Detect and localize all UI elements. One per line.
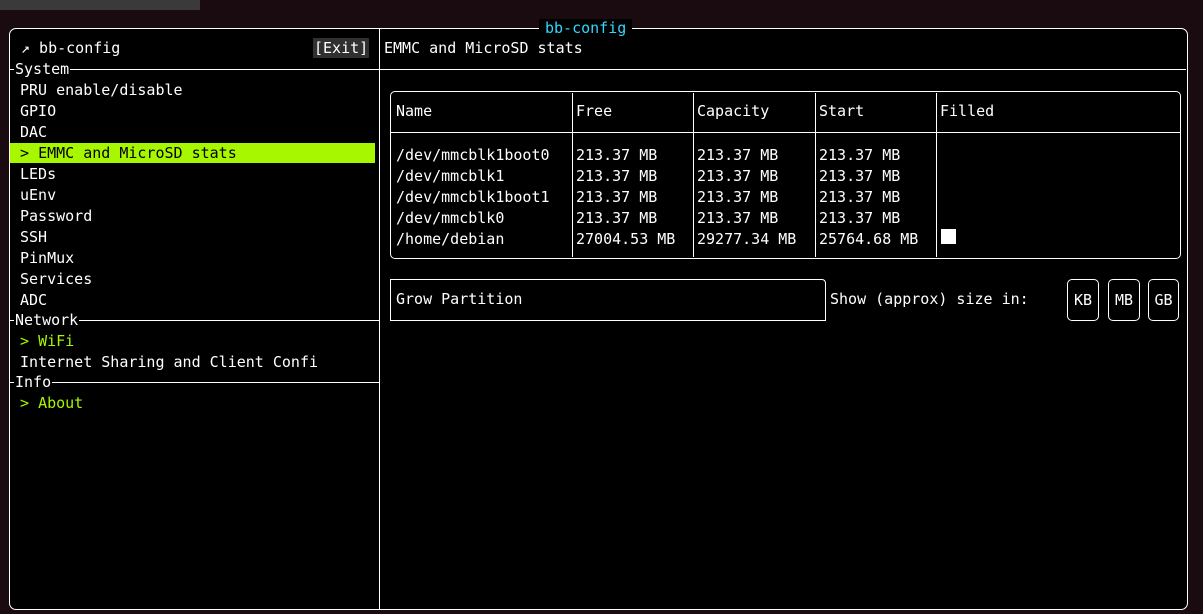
table-cell-capacity: 29277.34 MB bbox=[697, 230, 797, 248]
grow-partition-label: Grow Partition bbox=[396, 290, 523, 308]
size-unit-prompt: Show (approx) size in: bbox=[830, 290, 1029, 308]
cursor-marker: > bbox=[20, 144, 30, 162]
sidebar-item-gpio[interactable]: GPIO bbox=[20, 101, 56, 121]
section-network: Network bbox=[14, 311, 80, 329]
sidebar-item-about[interactable]: > About bbox=[10, 393, 83, 413]
table-cell-capacity: 213.37 MB bbox=[697, 167, 779, 185]
sidebar-item-wifi[interactable]: > WiFi bbox=[10, 331, 74, 351]
sidebar-item-dac[interactable]: DAC bbox=[20, 122, 47, 142]
column-header-start[interactable]: Start bbox=[819, 101, 864, 122]
sidebar-item-adc[interactable]: ADC bbox=[20, 290, 47, 310]
pane-divider bbox=[379, 29, 380, 609]
sidebar-item-internet-sharing[interactable]: Internet Sharing and Client Confi bbox=[20, 352, 318, 372]
section-info: Info bbox=[14, 373, 53, 391]
table-cell-capacity: 213.37 MB bbox=[697, 209, 779, 227]
sidebar-item-services[interactable]: Services bbox=[20, 269, 92, 289]
unit-kb-button[interactable]: KB bbox=[1067, 279, 1099, 321]
table-cell-start: 213.37 MB bbox=[819, 188, 901, 206]
table-cell-free: 213.37 MB bbox=[576, 209, 658, 227]
table-cell-start: 213.37 MB bbox=[819, 209, 901, 227]
column-divider bbox=[572, 93, 573, 257]
sidebar-header: ↗ bb-config bbox=[21, 39, 121, 57]
sidebar-item-about-label: About bbox=[38, 394, 84, 412]
table-header-rule bbox=[391, 132, 1180, 133]
sidebar-item-ssh[interactable]: SSH bbox=[20, 227, 47, 247]
section-divider bbox=[10, 382, 379, 383]
column-divider bbox=[693, 93, 694, 257]
sidebar-item-password[interactable]: Password bbox=[20, 206, 92, 226]
section-system: System bbox=[14, 60, 71, 78]
table-cell-free: 213.37 MB bbox=[576, 188, 658, 206]
column-divider bbox=[936, 93, 937, 257]
table-cell-name: /home/debian bbox=[396, 230, 505, 248]
sidebar-item-pru[interactable]: PRU enable/disable bbox=[20, 80, 183, 100]
window-title: bb-config bbox=[539, 19, 633, 37]
filled-gauge bbox=[941, 229, 956, 244]
table-cell-start: 213.37 MB bbox=[819, 146, 901, 164]
table-cell-name: /dev/mmcblk0 bbox=[396, 209, 505, 227]
unit-mb-button[interactable]: MB bbox=[1108, 279, 1140, 321]
cursor-marker: > bbox=[20, 332, 30, 350]
column-header-capacity[interactable]: Capacity bbox=[697, 101, 769, 122]
cursor-marker: > bbox=[20, 394, 30, 412]
table-cell-free: 213.37 MB bbox=[576, 146, 658, 164]
page-title: EMMC and MicroSD stats bbox=[384, 39, 583, 57]
unit-gb-button[interactable]: GB bbox=[1148, 279, 1179, 321]
column-header-free[interactable]: Free bbox=[576, 101, 612, 122]
column-divider bbox=[815, 93, 816, 257]
heading-rule bbox=[380, 69, 1186, 70]
sidebar-item-emmc-selected[interactable]: > EMMC and MicroSD stats bbox=[10, 143, 375, 163]
sidebar-item-wifi-label: WiFi bbox=[38, 332, 75, 350]
sidebar-item-pinmux[interactable]: PinMux bbox=[20, 248, 74, 268]
column-header-filled[interactable]: Filled bbox=[940, 101, 994, 122]
column-header-name[interactable]: Name bbox=[396, 101, 432, 122]
table-cell-free: 27004.53 MB bbox=[576, 230, 676, 248]
table-cell-name: /dev/mmcblk1boot0 bbox=[396, 146, 550, 164]
table-cell-free: 213.37 MB bbox=[576, 167, 658, 185]
sidebar-item-leds[interactable]: LEDs bbox=[20, 164, 56, 184]
terminal-tab-strip bbox=[0, 0, 200, 10]
sidebar-item-uenv[interactable]: uEnv bbox=[20, 185, 56, 205]
sidebar-item-emmc-label: EMMC and MicroSD stats bbox=[38, 144, 237, 162]
table-cell-start: 25764.68 MB bbox=[819, 230, 919, 248]
bb-config-window: bb-config ↗ bb-config [Exit] System PRU … bbox=[9, 19, 1188, 610]
exit-button[interactable]: [Exit] bbox=[313, 38, 370, 58]
table-cell-name: /dev/mmcblk1 bbox=[396, 167, 505, 185]
table-cell-capacity: 213.37 MB bbox=[697, 188, 779, 206]
table-cell-name: /dev/mmcblk1boot1 bbox=[396, 188, 550, 206]
table-cell-start: 213.37 MB bbox=[819, 167, 901, 185]
table-cell-capacity: 213.37 MB bbox=[697, 146, 779, 164]
